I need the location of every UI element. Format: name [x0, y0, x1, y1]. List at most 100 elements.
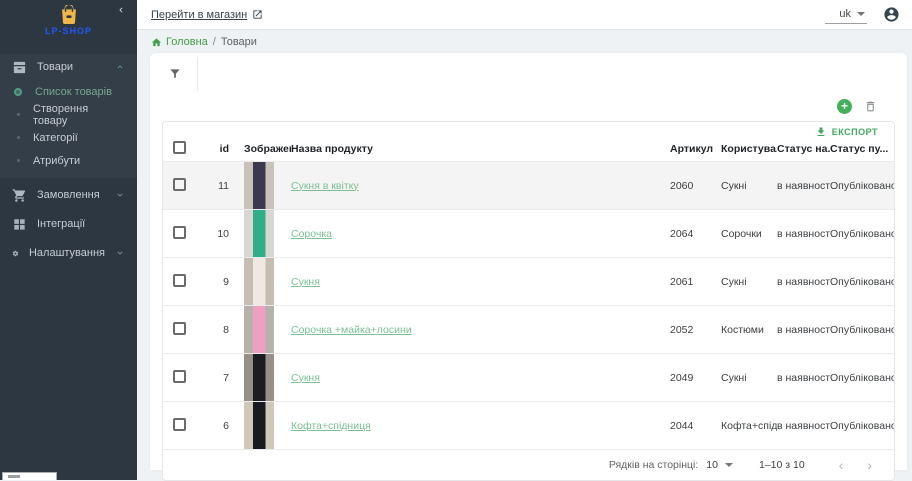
column-header-availability: Статус на... [777, 141, 830, 162]
product-image[interactable] [244, 402, 274, 449]
products-icon [12, 60, 27, 75]
topbar-right: uk [825, 6, 900, 24]
trash-icon [864, 100, 877, 113]
logo-text: LP-SHOP [0, 26, 137, 36]
table-row[interactable]: 11 Сукня в квітку 2060 Сукні в наявності… [163, 162, 894, 210]
product-sku: 2064 [670, 210, 721, 258]
sidebar-item-orders[interactable]: Замовлення [0, 183, 137, 207]
delete-button[interactable] [864, 100, 877, 113]
table-row[interactable]: 6 Кофта+спідниця 2044 Кофта+спідниц в на… [163, 402, 894, 450]
product-image[interactable] [244, 354, 274, 401]
table-row[interactable]: 8 Сорочка +майка+лосини 2052 Костюми в н… [163, 306, 894, 354]
breadcrumb-home-link[interactable]: Головна [151, 36, 208, 48]
product-name-link[interactable]: Сорочка [291, 228, 332, 240]
sidebar-item-label: Створення товару [33, 103, 125, 127]
previous-page-button[interactable]: ‹ [827, 457, 856, 473]
sidebar-item-label: Налаштування [29, 247, 105, 259]
caret-down-icon [857, 12, 865, 16]
products-table-card: ЕКСПОРТ id Зображення Назва продукту Арт… [162, 121, 895, 481]
account-circle-icon [883, 6, 900, 23]
rows-per-page-select[interactable]: 10 [706, 459, 733, 471]
row-checkbox[interactable] [173, 418, 186, 431]
filter-funnel-icon [168, 67, 182, 81]
gear-icon [12, 246, 19, 261]
breadcrumb-current: Товари [221, 36, 257, 48]
product-availability-status: в наявності [777, 306, 830, 354]
table-header-row: id Зображення Назва продукту Артикул Кор… [163, 141, 894, 162]
row-checkbox[interactable] [173, 274, 186, 287]
external-link-icon [252, 9, 263, 20]
product-id: 8 [207, 306, 233, 354]
product-publish-status: Опубліковано [830, 402, 894, 450]
product-availability-status: в наявності [777, 162, 830, 210]
product-image[interactable] [244, 258, 274, 305]
product-sku: 2049 [670, 354, 721, 402]
product-image[interactable] [244, 306, 274, 353]
sidebar-header: LP-SHOP [0, 0, 137, 48]
product-id: 10 [207, 210, 233, 258]
row-checkbox[interactable] [173, 226, 186, 239]
product-category: Сорочки [721, 210, 777, 258]
next-page-button[interactable]: › [855, 457, 884, 473]
add-product-button[interactable]: + [837, 99, 852, 114]
locale-select[interactable]: uk [825, 6, 867, 24]
product-availability-status: в наявності [777, 354, 830, 402]
table-pagination: Рядків на сторінці: 10 1–10 з 10 ‹ › [163, 449, 894, 480]
sidebar-item-attributes[interactable]: Атрибути [0, 149, 137, 172]
row-checkbox[interactable] [173, 370, 186, 383]
topbar: Перейти в магазин uk [137, 0, 912, 30]
table-row[interactable]: 9 Сукня 2061 Сукні в наявності Опубліков… [163, 258, 894, 306]
go-to-shop-link[interactable]: Перейти в магазин [151, 9, 263, 21]
column-header-sku: Артикул [670, 141, 721, 162]
sidebar-item-settings[interactable]: Налаштування [0, 241, 137, 265]
filter-divider [197, 57, 198, 91]
caret-down-icon [725, 463, 733, 467]
export-button[interactable]: ЕКСПОРТ [163, 122, 894, 141]
main-panel: + ЕКСПОРТ id Зображення На [150, 53, 907, 470]
chevron-down-icon [115, 248, 125, 258]
product-name-link[interactable]: Кофта+спідниця [291, 420, 371, 432]
sidebar-item-integrations[interactable]: Інтеграції [0, 212, 137, 236]
bullet-icon [17, 136, 20, 139]
table-row[interactable]: 10 Сорочка 2064 Сорочки в наявності Опуб… [163, 210, 894, 258]
product-category: Костюми [721, 306, 777, 354]
shopping-bag-icon [58, 5, 80, 24]
product-category: Сукні [721, 354, 777, 402]
sidebar-item-product-create[interactable]: Створення товару [0, 103, 137, 126]
product-category: Кофта+спідниц [721, 402, 777, 450]
sidebar-collapse-icon[interactable] [114, 3, 128, 17]
product-publish-status: Опубліковано [830, 354, 894, 402]
select-all-checkbox[interactable] [173, 141, 186, 154]
product-name-link[interactable]: Сукня [291, 276, 320, 288]
filter-button[interactable] [166, 65, 184, 83]
status-tooltip-text [8, 475, 20, 478]
locale-value: uk [839, 8, 851, 20]
row-checkbox[interactable] [173, 178, 186, 191]
sidebar-item-label: Атрибути [33, 155, 80, 167]
breadcrumb-home-label: Головна [166, 36, 208, 48]
go-to-shop-label: Перейти в магазин [151, 9, 247, 21]
product-name-link[interactable]: Сукня в квітку [291, 180, 359, 192]
cart-icon [12, 188, 27, 203]
account-button[interactable] [883, 6, 900, 23]
sidebar-item-categories[interactable]: Категорії [0, 126, 137, 149]
table-row[interactable]: 7 Сукня 2049 Сукні в наявності Опубліков… [163, 354, 894, 402]
active-bullet-icon [14, 88, 22, 96]
product-image[interactable] [244, 210, 274, 257]
product-name-link[interactable]: Сукня [291, 372, 320, 384]
pagination-range: 1–10 з 10 [759, 459, 805, 471]
column-header-name: Назва продукту [291, 141, 670, 162]
browser-status-tooltip [2, 472, 57, 480]
product-name-link[interactable]: Сорочка +майка+лосини [291, 324, 412, 336]
chevron-down-icon [115, 190, 125, 200]
column-header-category: Користува... [721, 141, 777, 162]
product-image[interactable] [244, 162, 274, 209]
rows-per-page-value: 10 [706, 459, 718, 471]
sidebar-item-label: Інтеграції [37, 218, 125, 230]
column-header-image: Зображення [233, 141, 291, 162]
bullet-icon [17, 113, 20, 116]
sidebar-item-product-list[interactable]: Список товарів [0, 80, 137, 103]
product-sku: 2052 [670, 306, 721, 354]
sidebar-item-products[interactable]: Товари [0, 54, 137, 80]
row-checkbox[interactable] [173, 322, 186, 335]
